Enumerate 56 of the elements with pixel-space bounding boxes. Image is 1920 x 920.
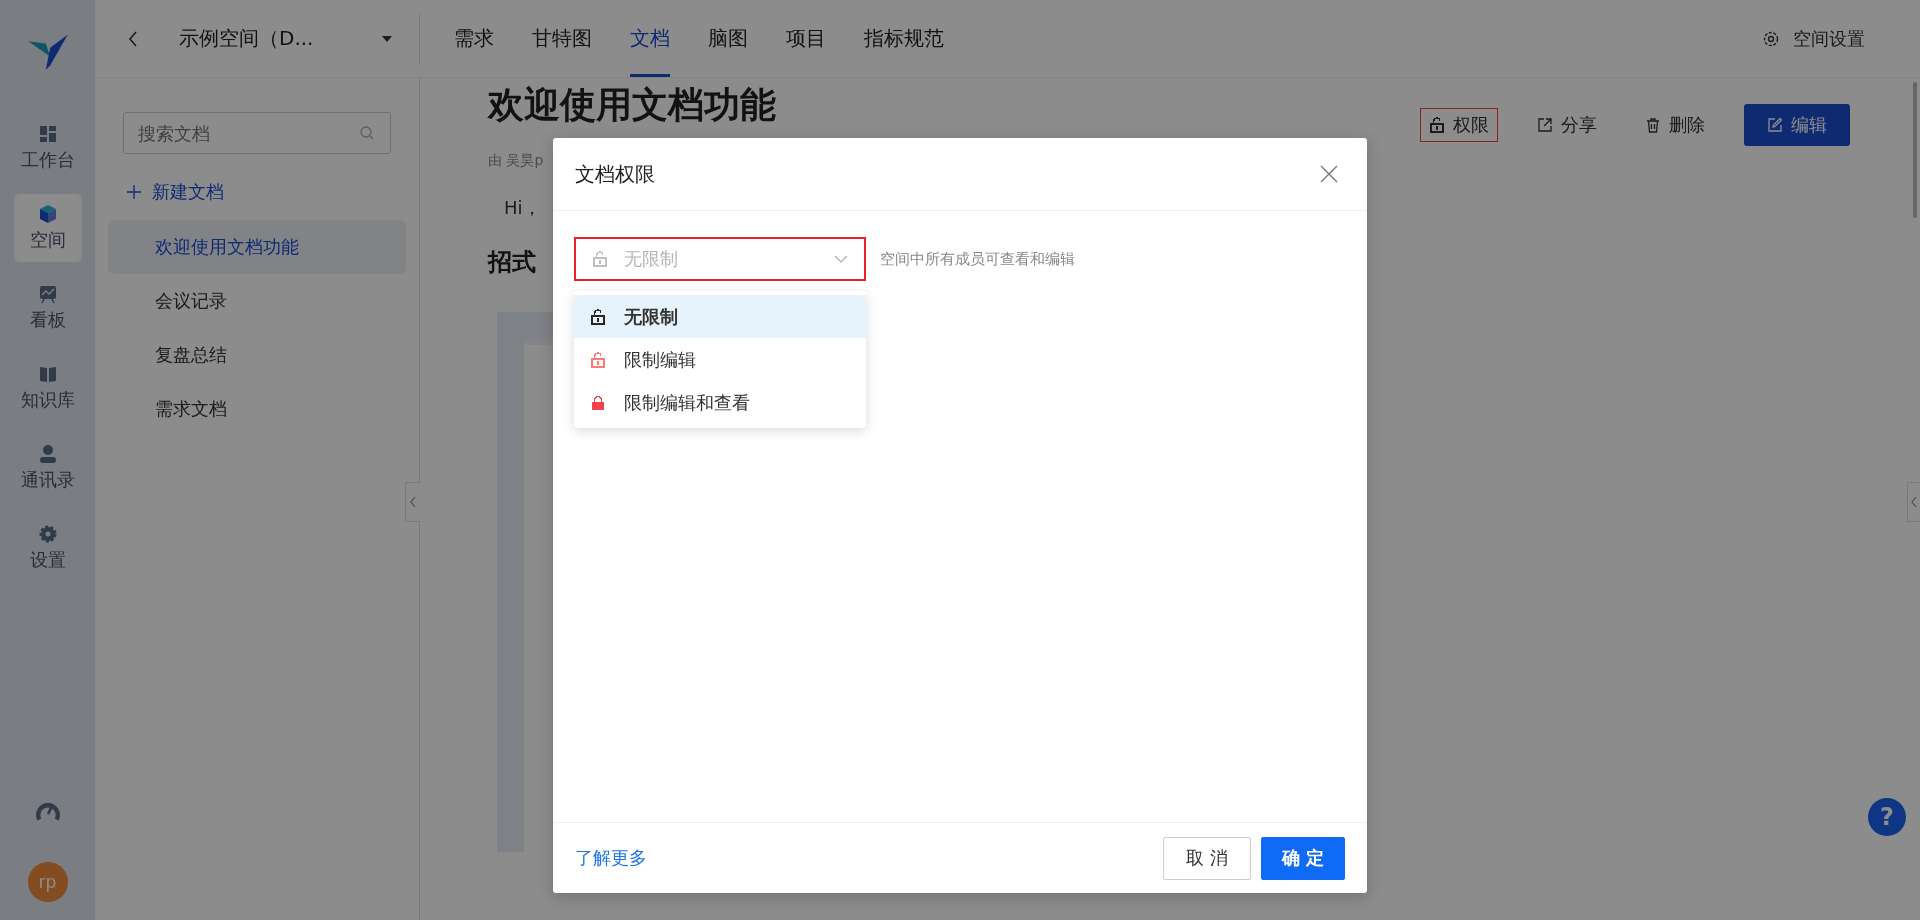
rail-item[interactable]: 通讯录 — [13, 434, 82, 502]
document-heading: 招式 — [488, 247, 536, 278]
rail-item[interactable]: 空间 — [13, 194, 82, 262]
cancel-button[interactable]: 取 消 — [1163, 836, 1251, 880]
caret-icon[interactable] — [381, 34, 393, 43]
chart-board-icon — [37, 284, 58, 304]
dialog-title: 文档权限 — [575, 160, 655, 188]
share-button[interactable]: 分享 — [1528, 108, 1606, 142]
share-icon — [1537, 117, 1553, 133]
gear-icon — [37, 524, 58, 544]
unlocked-lock-icon — [1429, 117, 1445, 133]
permission-button[interactable]: 权限 — [1420, 108, 1498, 142]
unlocked-lock-icon — [592, 251, 608, 267]
grid-icon — [37, 124, 58, 144]
person-icon — [37, 444, 58, 464]
confirm-button[interactable]: 确 定 — [1260, 836, 1345, 880]
cube-icon — [37, 204, 58, 224]
document-item[interactable]: 会议记录 — [108, 274, 406, 328]
rail-item[interactable]: 知识库 — [13, 354, 82, 422]
space-name[interactable]: 示例空间（D... — [179, 25, 314, 52]
dropdown-option[interactable]: 限制编辑 — [574, 338, 866, 381]
rail-item[interactable]: 看板 — [13, 274, 82, 342]
search-icon — [359, 125, 375, 141]
document-item[interactable]: 需求文档 — [108, 382, 406, 436]
nav-tab[interactable]: 文档 — [630, 0, 670, 77]
close-icon[interactable] — [1319, 164, 1339, 184]
rail-item[interactable]: 工作台 — [13, 114, 82, 182]
dropdown-option[interactable]: 限制编辑和查看 — [574, 381, 866, 424]
permission-description: 空间中所有成员可查看和编辑 — [880, 249, 1075, 269]
learn-more-link[interactable]: 了解更多 — [575, 846, 647, 870]
book-icon — [37, 364, 58, 384]
collapse-handle[interactable] — [405, 482, 420, 522]
new-document-button[interactable]: 新建文档 — [126, 180, 406, 204]
nav-tab[interactable]: 指标规范 — [864, 0, 944, 77]
edit-button[interactable]: 编辑 — [1744, 104, 1850, 146]
scrollbar[interactable] — [1913, 82, 1917, 218]
edit-icon — [1767, 117, 1783, 133]
document-paragraph: Hi， — [504, 196, 541, 220]
nav-tab[interactable]: 项目 — [786, 0, 826, 77]
rail-item[interactable]: 设置 — [13, 514, 82, 582]
expand-handle[interactable] — [1907, 482, 1920, 522]
plus-icon — [126, 184, 142, 200]
nav-tab[interactable]: 甘特图 — [532, 0, 592, 77]
document-item[interactable]: 欢迎使用文档功能 — [108, 220, 406, 274]
dropdown-option[interactable]: 无限制 — [574, 295, 866, 338]
nav-tab[interactable]: 脑图 — [708, 0, 748, 77]
nav-tab[interactable]: 需求 — [454, 0, 494, 77]
help-button[interactable]: ? — [1868, 798, 1906, 836]
space-settings-button[interactable]: 空间设置 — [1761, 26, 1865, 51]
document-item[interactable]: 复盘总结 — [108, 328, 406, 382]
delete-button[interactable]: 删除 — [1636, 108, 1714, 142]
chevron-icon — [834, 255, 848, 263]
document-author: 由 吴昊p — [488, 152, 544, 170]
trash-icon — [1645, 117, 1661, 133]
document-title: 欢迎使用文档功能 — [488, 84, 776, 126]
search-field[interactable]: 搜索文档 — [123, 112, 391, 154]
